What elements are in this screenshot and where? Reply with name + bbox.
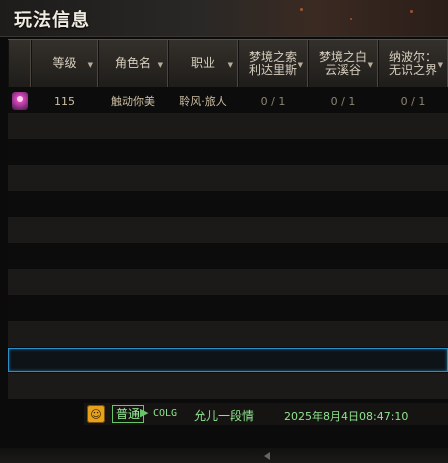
chat-source: COLG bbox=[153, 408, 178, 419]
ember-decoration bbox=[410, 10, 413, 13]
chat-message-bar: ☺ 普通 ▶ COLG 允儿一段情 2025年8月4日08:47:10 bbox=[84, 403, 448, 425]
header-label: 职业 bbox=[190, 56, 215, 70]
header-col-level[interactable]: 等级 ▼ bbox=[31, 40, 98, 87]
cell-level: 115 bbox=[54, 94, 75, 108]
sort-arrow-icon: ▼ bbox=[367, 61, 373, 69]
table-header: 等级 ▼ 角色名 ▼ 职业 ▼ 梦境之索利达里斯 ▼ 梦境之白云溪谷 ▼ 纳波尔… bbox=[8, 39, 448, 88]
header-label: 梦境之白云溪谷 bbox=[318, 49, 367, 77]
table-row[interactable]: 115 触动你美 聆风·旅人 0 / 1 0 / 1 0 / 1 bbox=[8, 89, 448, 113]
sort-arrow-icon: ▼ bbox=[227, 61, 233, 69]
scroll-left-icon[interactable] bbox=[264, 452, 270, 460]
cell-dream-solidaris: 0 / 1 bbox=[260, 94, 286, 108]
header-col-dream-baiyun[interactable]: 梦境之白云溪谷 ▼ bbox=[308, 40, 378, 87]
sort-arrow-icon: ▼ bbox=[87, 61, 93, 69]
ember-decoration bbox=[350, 18, 352, 20]
header-label: 纳波尔：无识之界 bbox=[388, 49, 437, 77]
ember-decoration bbox=[300, 8, 303, 11]
header-col-napol[interactable]: 纳波尔：无识之界 ▼ bbox=[378, 40, 448, 87]
header-label: 梦境之索利达里斯 bbox=[248, 49, 297, 77]
selected-table-row[interactable] bbox=[8, 348, 448, 372]
channel-arrow-icon: ▶ bbox=[140, 406, 149, 419]
character-avatar-icon bbox=[12, 92, 28, 110]
bottom-frame bbox=[0, 448, 448, 463]
table-row-stripe bbox=[8, 269, 448, 295]
window-title-bar: 玩法信息 bbox=[0, 0, 448, 37]
sort-arrow-icon: ▼ bbox=[297, 61, 303, 69]
header-col-dream-solidaris[interactable]: 梦境之索利达里斯 ▼ bbox=[238, 40, 308, 87]
cell-dream-baiyun: 0 / 1 bbox=[330, 94, 356, 108]
header-label: 等级 bbox=[52, 56, 77, 70]
window-title: 玩法信息 bbox=[14, 10, 90, 31]
chat-timestamp: 2025年8月4日08:47:10 bbox=[284, 410, 409, 423]
header-col-job[interactable]: 职业 ▼ bbox=[168, 40, 238, 87]
table-row-stripe bbox=[8, 191, 448, 217]
chat-message: 允儿一段情 bbox=[194, 409, 255, 423]
cell-napol: 0 / 1 bbox=[400, 94, 426, 108]
header-col-avatar bbox=[8, 40, 31, 87]
table-row-stripe bbox=[8, 165, 448, 191]
header-label: 角色名 bbox=[114, 56, 151, 70]
table-row-stripe bbox=[8, 373, 448, 399]
table-row-stripe bbox=[8, 321, 448, 347]
cell-job: 聆风·旅人 bbox=[179, 95, 227, 108]
table-row-stripe bbox=[8, 295, 448, 321]
sort-arrow-icon: ▼ bbox=[437, 61, 443, 69]
chat-emote-icon[interactable]: ☺ bbox=[87, 405, 105, 423]
cell-character-name: 触动你美 bbox=[111, 95, 155, 108]
table-row-stripe bbox=[8, 217, 448, 243]
header-col-name[interactable]: 角色名 ▼ bbox=[98, 40, 168, 87]
table-row-stripe bbox=[8, 139, 448, 165]
table-row-stripe bbox=[8, 113, 448, 139]
sort-arrow-icon: ▼ bbox=[157, 61, 163, 69]
table-row-stripe bbox=[8, 243, 448, 269]
